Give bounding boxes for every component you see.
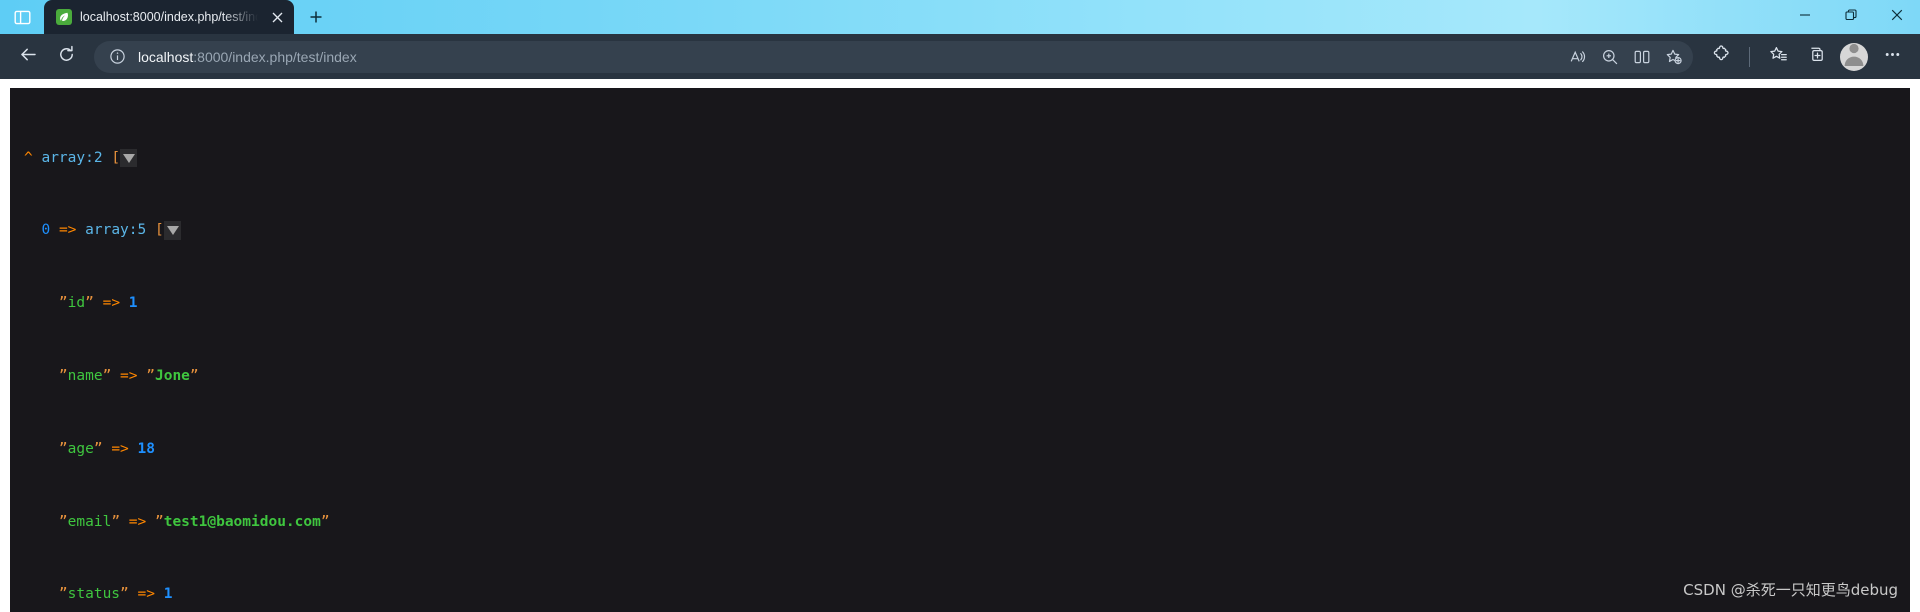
extensions-button[interactable] (1703, 41, 1739, 73)
quote-close: ” (320, 513, 330, 530)
dump-field-value: 18 (137, 440, 155, 457)
title-bar: localhost:8000/index.php/test/index (0, 0, 1920, 34)
tab-actions-icon (14, 9, 31, 26)
dump-entry-header: 0 => array:5 [ (10, 221, 1910, 240)
page-content: ^ array:2 [ 0 => array:5 [ ”id” => 1 ”na… (0, 79, 1920, 612)
chevron-down-icon (166, 226, 179, 236)
dump-field-value: 1 (128, 295, 138, 312)
dump-root-line: ^ array:2 [ (10, 148, 1910, 167)
dump-caret: ^ (24, 149, 33, 166)
settings-more-icon (1883, 45, 1902, 69)
tab-title: localhost:8000/index.php/test/index (80, 10, 258, 24)
refresh-button[interactable] (48, 41, 84, 73)
quote-open: ” (58, 586, 68, 603)
var-dump-panel: ^ array:2 [ 0 => array:5 [ ”id” => 1 ”na… (10, 88, 1910, 612)
dump-field-value: Jone (154, 368, 190, 385)
maximize-restore-button[interactable] (1828, 0, 1874, 34)
minimize-icon (1799, 8, 1811, 26)
refresh-icon (57, 45, 76, 69)
thinkphp-leaf-icon (56, 9, 72, 25)
quote-close: ” (120, 586, 129, 603)
dump-field-value: 1 (163, 586, 173, 603)
close-window-button[interactable] (1874, 0, 1920, 34)
minimize-button[interactable] (1782, 0, 1828, 34)
dump-root-toggle[interactable] (120, 148, 138, 167)
dump-entry-type: array:5 (85, 222, 147, 239)
browser-toolbar: localhost:8000/index.php/test/index (0, 34, 1920, 79)
dump-root-open: [ (111, 149, 121, 166)
quote-open: ” (58, 513, 68, 530)
dump-entry-index: 0 (41, 222, 51, 239)
dump-field-line: ”name” => ”Jone” (10, 367, 1910, 385)
quote-close: ” (85, 295, 94, 312)
favorites-button[interactable] (1760, 41, 1796, 73)
dump-entry-toggle[interactable] (163, 221, 181, 240)
add-favorite-icon[interactable] (1659, 43, 1689, 71)
avatar-person-icon (1840, 43, 1868, 71)
zoom-icon[interactable] (1595, 43, 1625, 71)
plus-icon (309, 10, 323, 29)
url-host: localhost (138, 48, 194, 65)
dump-field-key: name (67, 368, 103, 385)
dump-field-key: id (67, 295, 86, 312)
address-bar-actions (1563, 43, 1689, 71)
dump-arrow: => (128, 513, 147, 530)
chevron-down-icon (123, 153, 136, 163)
extensions-icon (1712, 44, 1731, 69)
browser-tab[interactable]: localhost:8000/index.php/test/index (44, 0, 294, 34)
quote-open: ” (58, 295, 68, 312)
dump-field-key: email (67, 513, 112, 530)
dump-field-key: age (67, 440, 94, 457)
dump-root-type: array:2 (41, 149, 103, 166)
window-controls (1782, 0, 1920, 34)
tab-close-icon[interactable] (266, 6, 288, 28)
dump-arrow: => (120, 368, 138, 385)
dump-field-line: ”age” => 18 (10, 440, 1910, 458)
address-bar[interactable]: localhost:8000/index.php/test/index (94, 40, 1693, 73)
new-tab-button[interactable] (300, 4, 332, 34)
quote-close: ” (93, 440, 103, 457)
profile-avatar[interactable] (1840, 42, 1868, 71)
back-arrow-icon (19, 45, 38, 69)
dump-field-key: status (67, 586, 121, 603)
dump-field-line: ”status” => 1 (10, 585, 1910, 603)
dump-field-value: test1@baomidou.com (163, 513, 321, 530)
quote-open: ” (58, 368, 68, 385)
quote-open: ” (154, 513, 164, 530)
settings-more-button[interactable] (1874, 41, 1910, 73)
read-aloud-icon[interactable] (1563, 43, 1593, 71)
url-path: :8000/index.php/test/index (193, 48, 357, 65)
dump-field-line: ”email” => ”test1@baomidou.com” (10, 513, 1910, 531)
dump-entry-open: [ (154, 222, 164, 239)
url-text[interactable]: localhost:8000/index.php/test/index (130, 49, 1563, 65)
back-button[interactable] (10, 41, 46, 73)
quote-close: ” (111, 513, 121, 530)
quote-close: ” (189, 368, 199, 385)
favorites-icon (1769, 45, 1788, 69)
dump-arrow: => (137, 586, 155, 603)
quote-open: ” (146, 368, 155, 385)
close-icon (1891, 8, 1903, 26)
watermark: CSDN @杀死一只知更鸟debug (1683, 581, 1898, 599)
restore-icon (1845, 8, 1857, 26)
info-icon[interactable] (104, 44, 130, 70)
split-screen-icon[interactable] (1627, 43, 1657, 71)
collections-button[interactable] (1798, 41, 1834, 73)
quote-open: ” (58, 440, 68, 457)
dump-arrow: => (58, 222, 77, 239)
toolbar-divider (1749, 46, 1750, 67)
dump-arrow: => (111, 440, 129, 457)
tab-actions-button[interactable] (0, 0, 44, 34)
title-bar-drag-area (332, 0, 1782, 34)
collections-icon (1807, 45, 1826, 69)
dump-arrow: => (102, 295, 121, 312)
dump-field-line: ”id” => 1 (10, 294, 1910, 312)
quote-close: ” (102, 368, 112, 385)
